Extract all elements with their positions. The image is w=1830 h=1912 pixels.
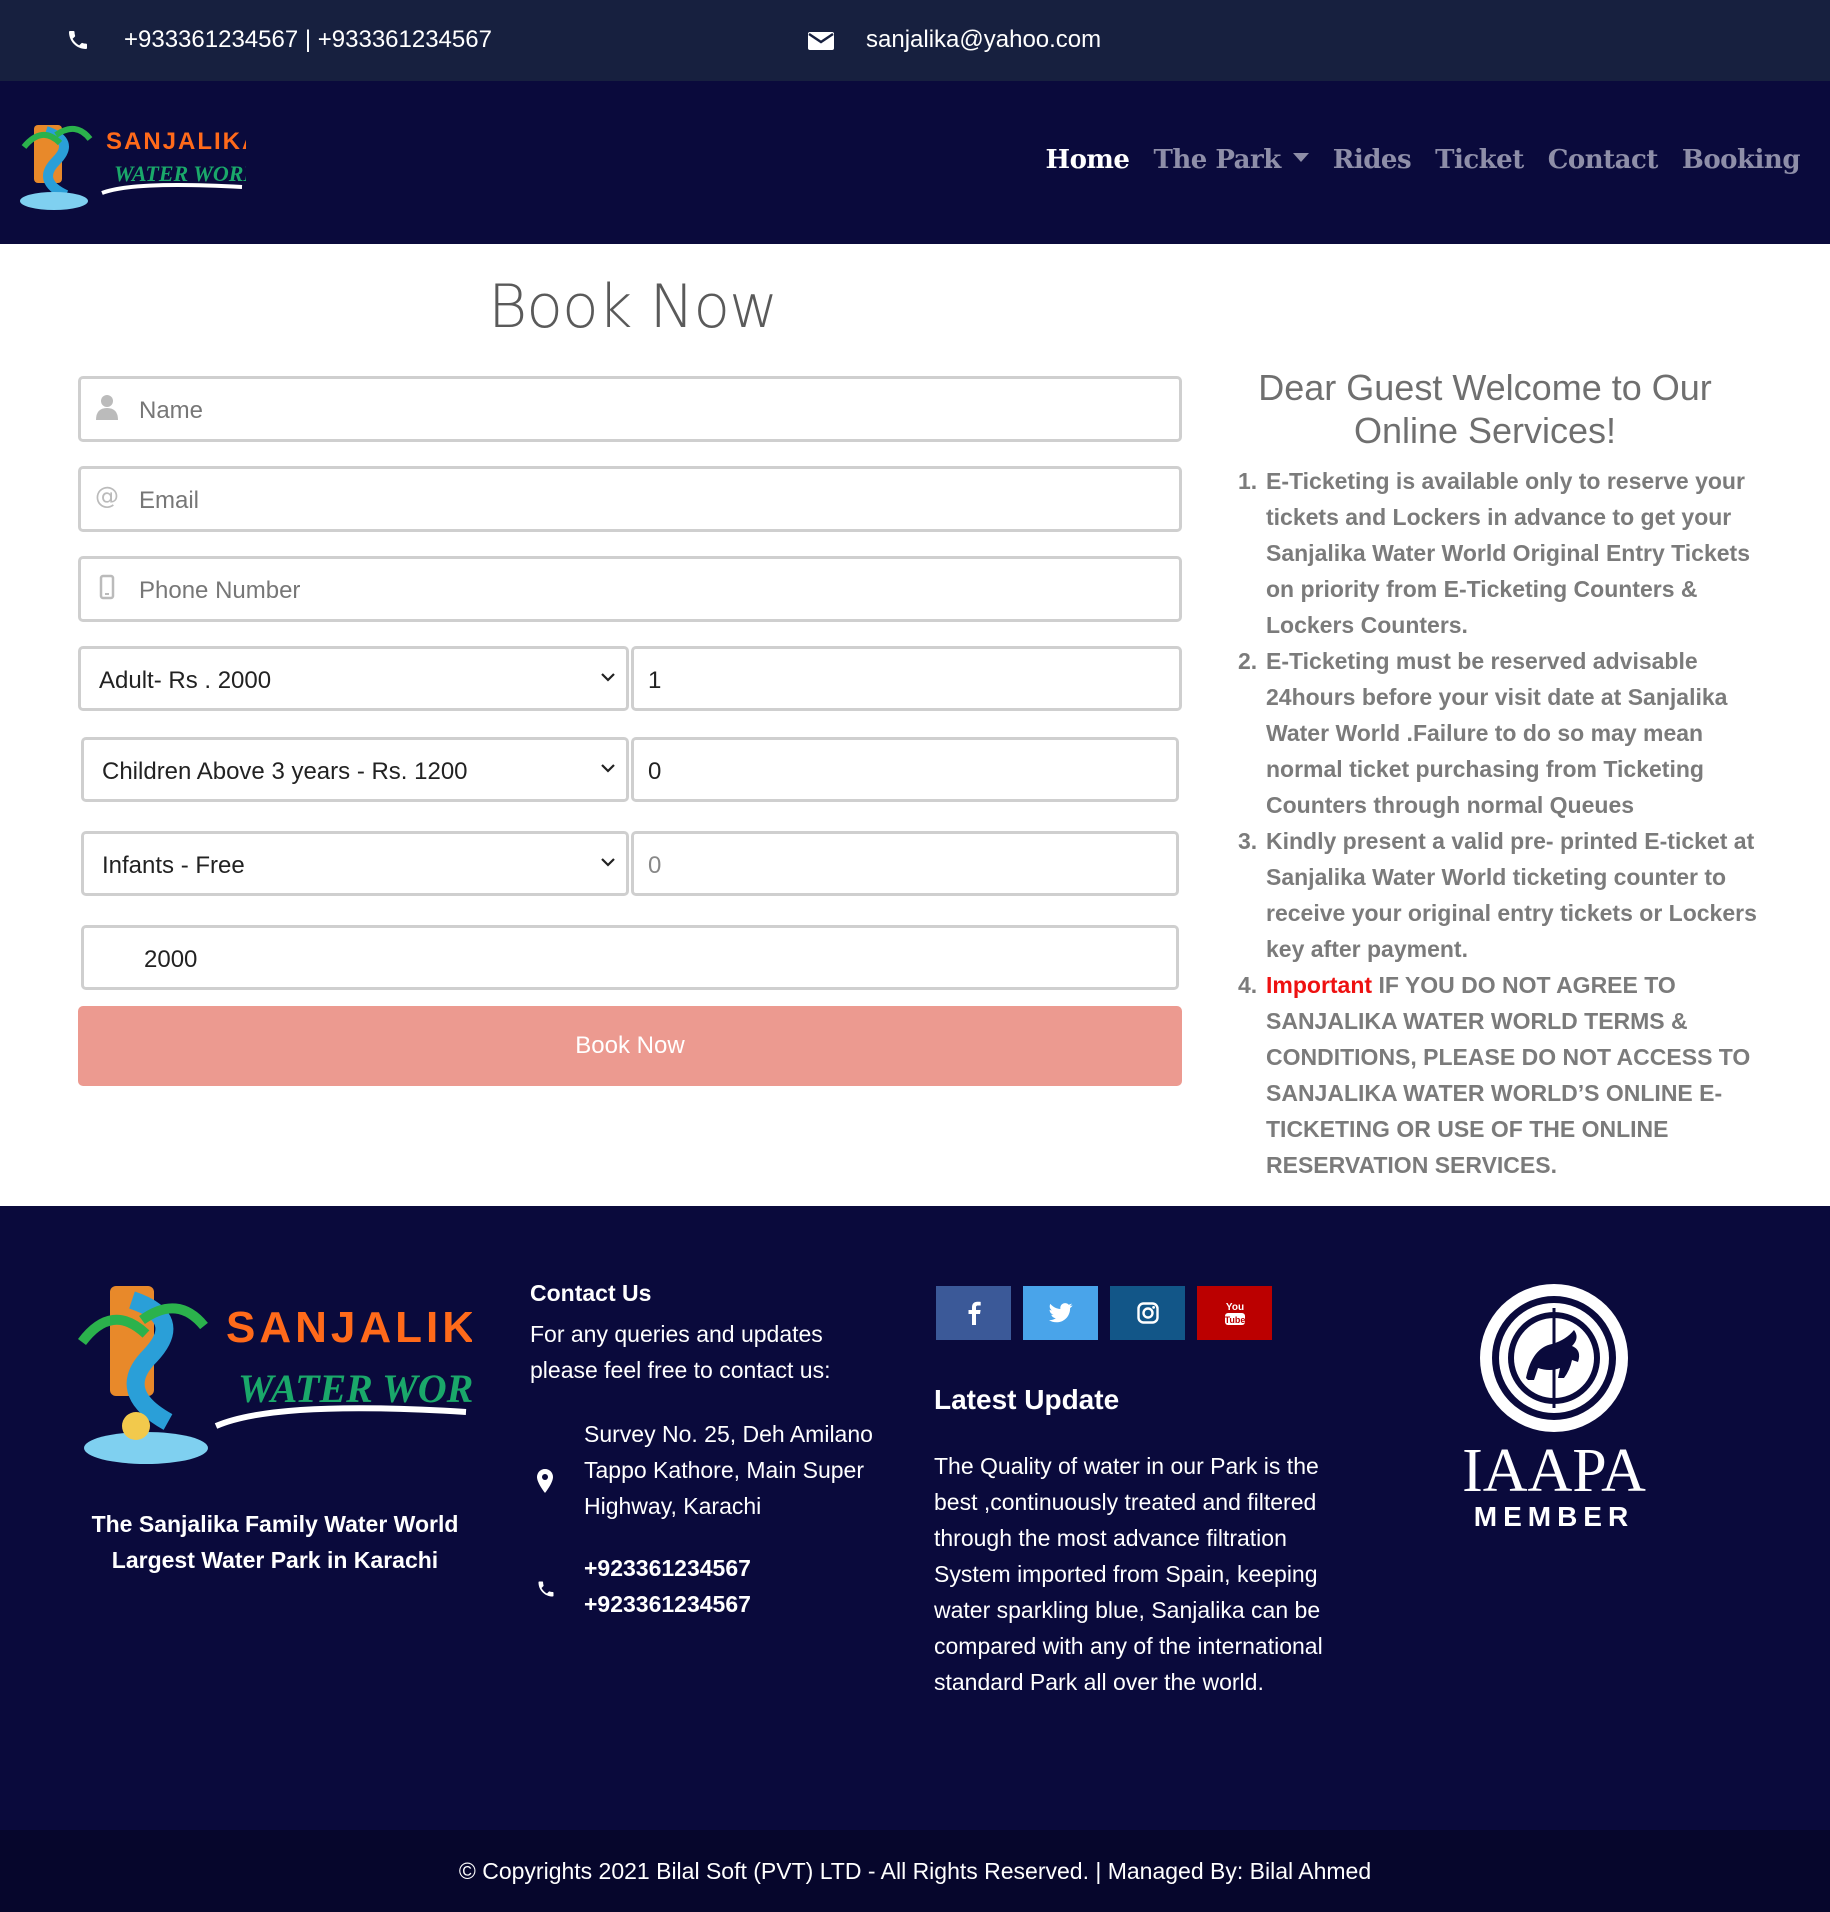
nav-rides[interactable]: Rides: [1333, 145, 1412, 175]
email-placeholder: Email: [139, 487, 200, 514]
latest-update-title: Latest Update: [934, 1384, 1120, 1415]
infant-ticket-select[interactable]: Infants - Free: [81, 831, 629, 896]
adult-ticket-select[interactable]: Adult- Rs . 2000: [78, 646, 629, 711]
children-ticket-value: Children Above 3 years - Rs. 1200: [102, 758, 468, 785]
infant-qty-input[interactable]: 0: [631, 831, 1179, 896]
footer-phone-2[interactable]: +923361234567: [584, 1586, 751, 1622]
name-placeholder: Name: [139, 397, 204, 424]
top-phone-numbers: +933361234567 | +933361234567: [124, 26, 492, 53]
email-input[interactable]: @ Email: [78, 466, 1182, 532]
top-contact-bar: +933361234567 | +933361234567 sanjalika@…: [0, 0, 1830, 81]
nav-ticket[interactable]: Ticket: [1435, 145, 1524, 175]
mobile-icon: [99, 574, 115, 600]
list-item: 4. Important IF YOU DO NOT AGREE TO SANJA…: [1238, 972, 1751, 1178]
phone-icon: [538, 1581, 554, 1597]
facebook-button[interactable]: [936, 1286, 1011, 1340]
facebook-icon: [968, 1301, 981, 1325]
page-title: Book Now: [488, 272, 778, 342]
infant-ticket-value: Infants - Free: [102, 852, 245, 879]
svg-text:You: You: [1225, 1302, 1243, 1313]
children-qty-input[interactable]: 0: [631, 737, 1179, 802]
svg-text:@: @: [95, 483, 119, 510]
footer-tagline: The Sanjalika Family Water World Largest…: [91, 1511, 459, 1573]
total-amount-value: 2000: [144, 946, 198, 973]
footer-address: Survey No. 25, Deh Amilano Tappo Kathore…: [584, 1421, 873, 1519]
copyright-bar: © Copyrights 2021 Bilal Soft (PVT) LTD -…: [0, 1830, 1830, 1912]
important-text: IF YOU DO NOT AGREE TO SANJALIKA WATER W…: [1266, 972, 1751, 1178]
iaapa-name: IAAPA: [1462, 1437, 1646, 1505]
name-input[interactable]: Name: [78, 376, 1182, 442]
iaapa-member-logo: IAAPA MEMBER: [1462, 1284, 1646, 1532]
adult-qty-value: 1: [648, 667, 662, 694]
children-ticket-select[interactable]: Children Above 3 years - Rs. 1200: [81, 737, 629, 802]
instagram-button[interactable]: [1110, 1286, 1185, 1340]
adult-ticket-value: Adult- Rs . 2000: [99, 667, 272, 694]
nav-home[interactable]: Home: [1046, 145, 1130, 175]
instagram-icon: [1136, 1302, 1159, 1324]
contact-title: Contact Us: [530, 1280, 652, 1306]
logo-line1: SANJALIKA: [106, 128, 246, 155]
footer-logo: SANJALIKA WATER WORLD: [78, 1286, 472, 1464]
iaapa-sub: MEMBER: [1474, 1501, 1634, 1532]
youtube-button[interactable]: You Tube: [1197, 1286, 1272, 1340]
total-amount-field: 2000: [81, 925, 1179, 990]
chevron-down-icon: [601, 764, 615, 773]
chevron-down-icon: [1292, 152, 1309, 162]
infant-qty-value: 0: [648, 852, 662, 879]
svg-text:Tube: Tube: [1224, 1315, 1245, 1325]
latest-update-body: The Quality of water in our Park is the …: [934, 1453, 1323, 1695]
phone-input[interactable]: Phone Number: [78, 556, 1182, 622]
terms-list: 1. E-Ticketing is available only to reser…: [1238, 463, 1758, 1183]
main-navbar: SANJALIKA WATER WORLD Home The Park Ride…: [0, 81, 1830, 244]
list-item: 1. E-Ticketing is available only to reser…: [1238, 468, 1750, 638]
social-links: You Tube: [936, 1286, 1272, 1340]
user-icon: [96, 395, 118, 420]
list-item: 2. E-Ticketing must be reserved advisable…: [1238, 648, 1728, 818]
youtube-icon: You Tube: [1224, 1302, 1245, 1325]
nav-the-park[interactable]: The Park: [1153, 145, 1309, 175]
twitter-button[interactable]: [1023, 1286, 1098, 1340]
footer-logo-line1: SANJALIKA: [226, 1303, 472, 1352]
important-label: Important: [1266, 972, 1373, 998]
chevron-down-icon: [601, 858, 615, 867]
top-email[interactable]: sanjalika@yahoo.com: [866, 26, 1101, 54]
phone-icon: [69, 31, 87, 49]
footer-phone-1[interactable]: +923361234567: [584, 1550, 751, 1586]
list-item: 3. Kindly present a valid pre- printed E-…: [1238, 828, 1757, 962]
nav-the-park-label: The Park: [1153, 145, 1281, 175]
nav-contact[interactable]: Contact: [1548, 145, 1659, 175]
map-pin-icon: [537, 1469, 553, 1493]
site-logo[interactable]: SANJALIKA WATER WORLD: [16, 111, 246, 215]
chevron-down-icon: [601, 673, 615, 682]
contact-description: For any queries and updates please feel …: [530, 1321, 831, 1383]
nav-links: Home The Park Rides Ticket Contact Booki…: [1046, 145, 1801, 175]
twitter-icon: [1048, 1303, 1072, 1323]
adult-qty-input[interactable]: 1: [631, 646, 1182, 711]
envelope-icon: [808, 32, 834, 50]
phone-placeholder: Phone Number: [139, 577, 301, 604]
footer-phones: +923361234567 +923361234567: [584, 1550, 751, 1622]
footer-logo-line2: WATER WORLD: [238, 1366, 472, 1411]
nav-booking[interactable]: Booking: [1682, 145, 1801, 175]
logo-line2: WATER WORLD: [114, 161, 246, 186]
welcome-heading: Dear Guest Welcome to Our Online Service…: [1258, 367, 1712, 451]
at-icon: @: [95, 483, 119, 510]
footer: SANJALIKA WATER WORLD The Sanjalika Fami…: [0, 1206, 1830, 1830]
children-qty-value: 0: [648, 758, 662, 785]
book-now-button[interactable]: Book Now: [78, 1006, 1182, 1086]
